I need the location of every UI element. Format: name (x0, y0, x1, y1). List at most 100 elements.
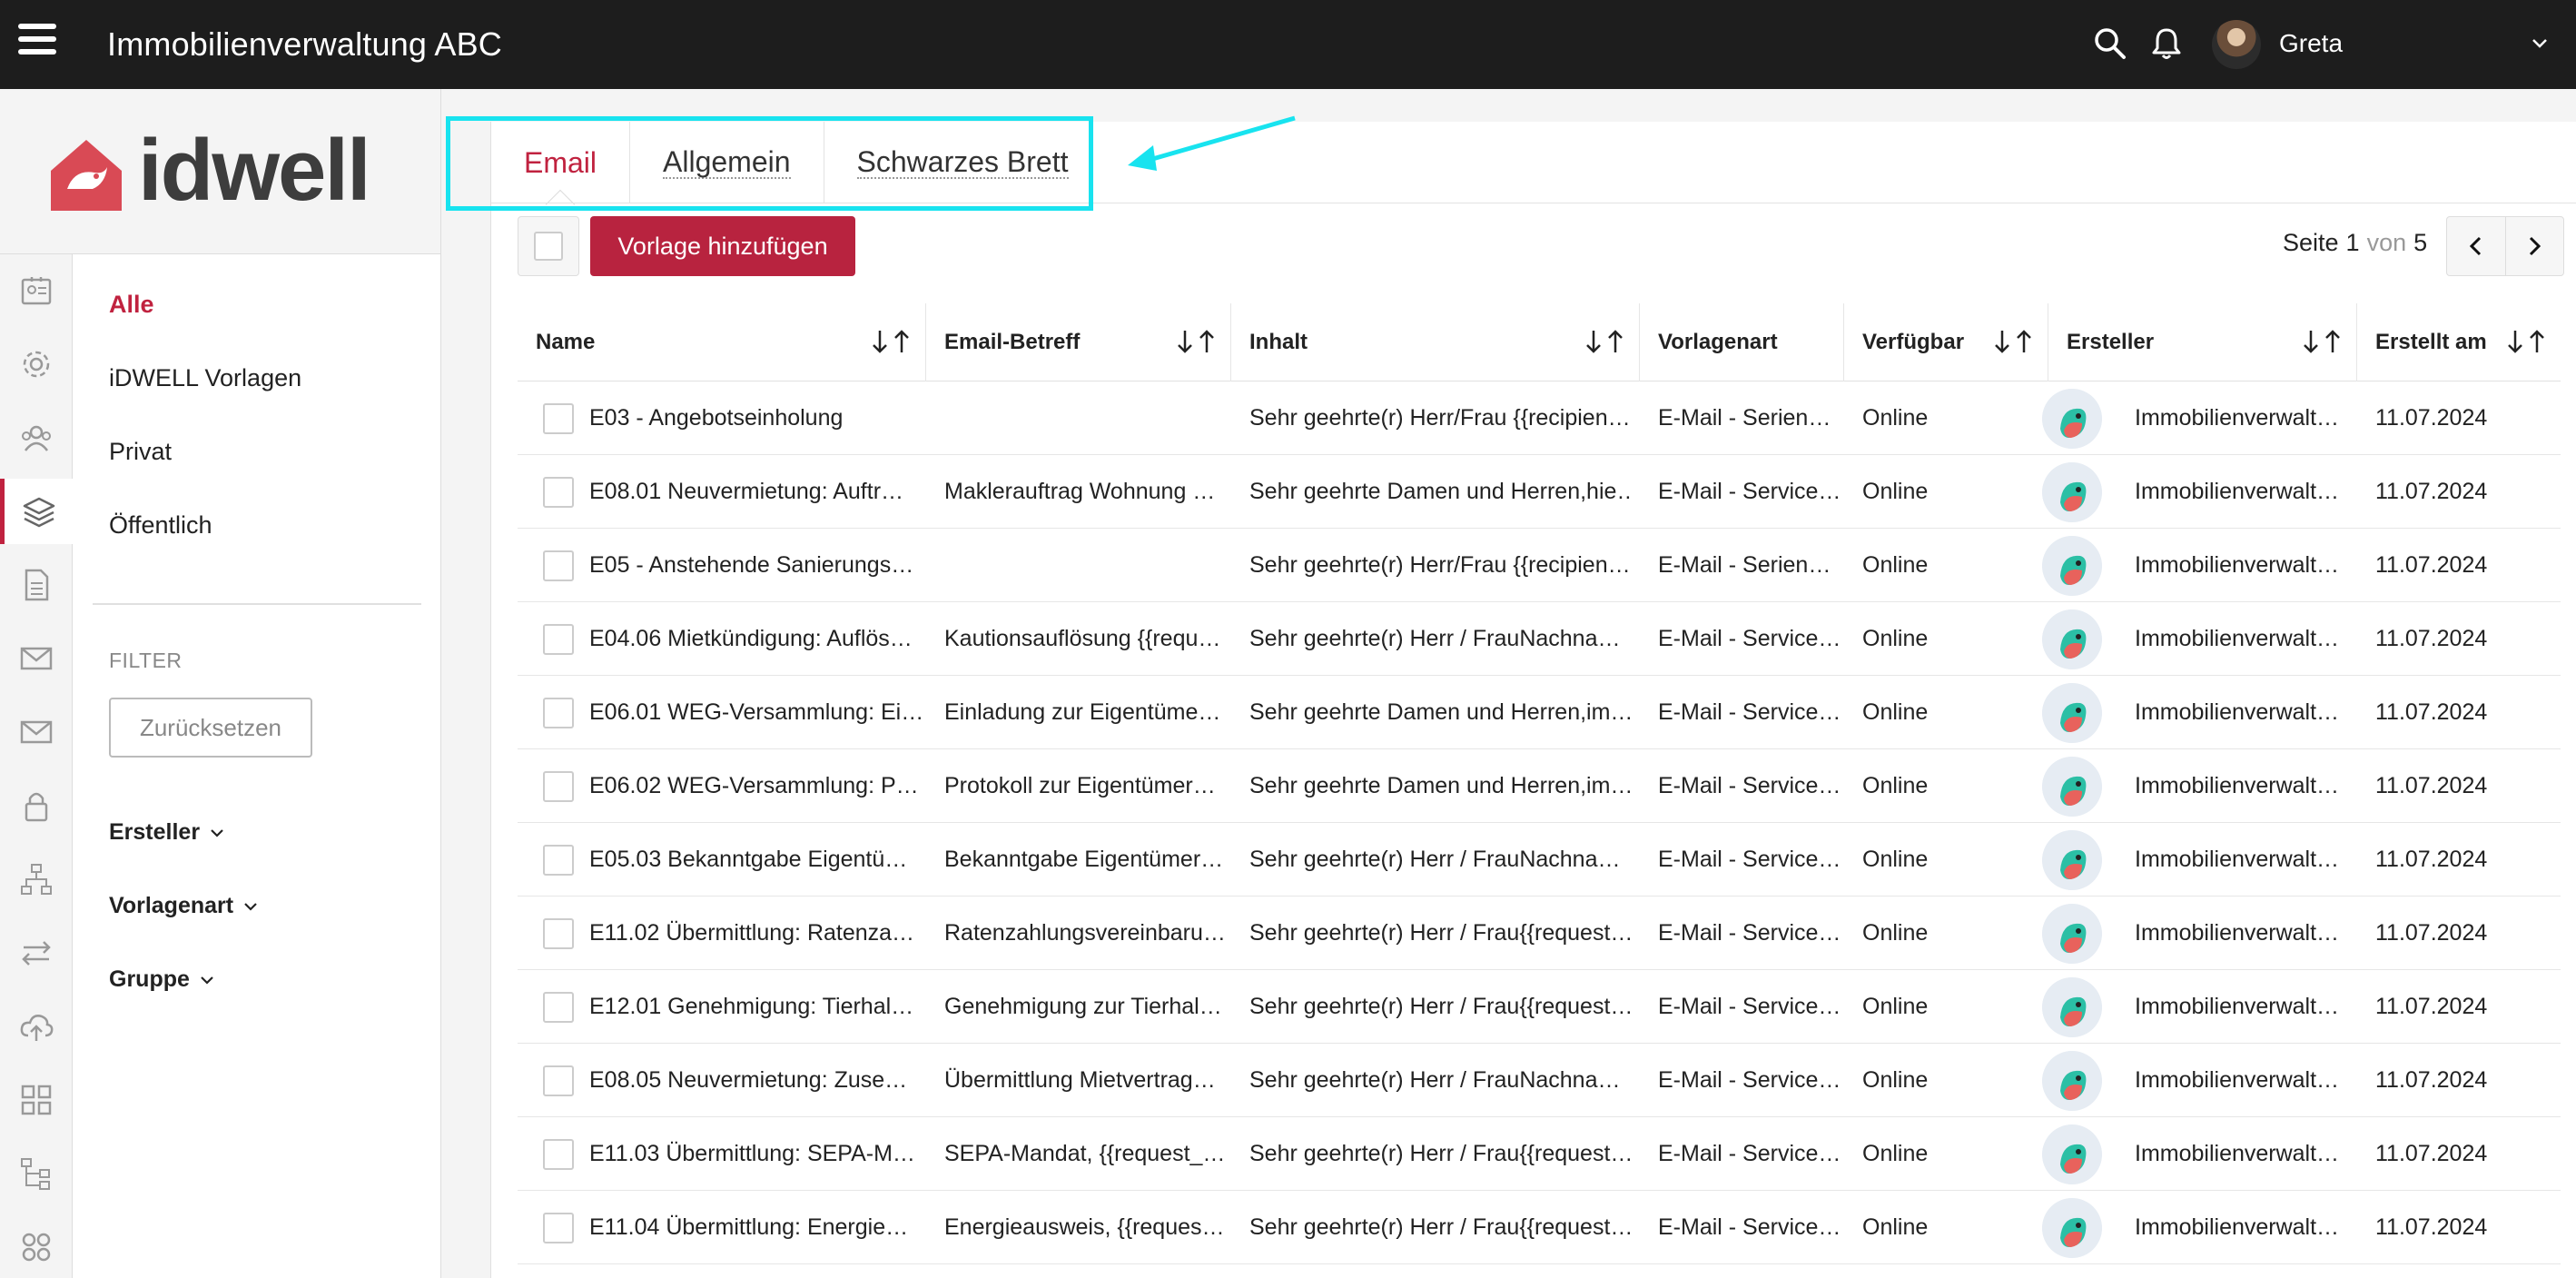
previous-page-button[interactable] (2447, 217, 2506, 275)
row-checkbox[interactable] (543, 477, 574, 508)
chevron-down-icon (244, 902, 257, 911)
sidebar-item-alle[interactable]: Alle (109, 291, 154, 319)
reset-filter-button[interactable]: Zurücksetzen (109, 698, 312, 758)
creator-avatar (2042, 536, 2102, 596)
table-cell: 11.07.2024 (2375, 699, 2488, 725)
rail-settings-icon[interactable] (0, 332, 73, 397)
table-cell: Online (1862, 773, 1929, 798)
user-name[interactable]: Greta (2279, 29, 2343, 58)
rail-users-icon[interactable] (0, 405, 73, 471)
user-avatar[interactable] (2212, 20, 2261, 69)
table-cell: 11.07.2024 (2375, 1067, 2488, 1093)
bell-icon[interactable] (2148, 25, 2185, 62)
table-cell: E-Mail - Service… (1658, 773, 1841, 798)
row-checkbox[interactable] (543, 992, 574, 1023)
rail-mail-icon[interactable] (0, 626, 73, 691)
sort-arrows-icon[interactable] (871, 328, 913, 362)
table-cell: E06.01 WEG-Versammlung: Ei… (589, 699, 924, 725)
hamburger-menu-icon[interactable] (18, 24, 56, 62)
sort-arrows-icon[interactable] (2302, 328, 2344, 362)
table-row[interactable]: E04.06 Mietkündigung: Auflös… Kautionsauf… (518, 602, 2561, 676)
table-row[interactable]: E05 - Anstehende Sanierungs… Sehr geehrte… (518, 529, 2561, 602)
rail-contacts-icon[interactable] (0, 258, 73, 323)
sort-arrows-icon[interactable] (1584, 328, 1626, 362)
table-cell: Online (1862, 552, 1929, 578)
sort-arrows-icon[interactable] (1176, 328, 1218, 362)
table-cell: Immobilienverwalt… (2135, 699, 2340, 725)
sidebar-item-privat[interactable]: Privat (109, 438, 172, 466)
column-header[interactable]: Verfügbar (1844, 303, 2048, 381)
table-cell: E03 - Angebotseinholung (589, 405, 844, 431)
table-cell: Immobilienverwalt… (2135, 1067, 2340, 1093)
rail-cloud-upload-icon[interactable] (0, 994, 73, 1059)
table-cell: E11.02 Übermittlung: Ratenza… (589, 920, 915, 946)
table-cell: E08.05 Neuvermietung: Zuse… (589, 1067, 908, 1093)
column-header[interactable]: Email-Betreff (926, 303, 1231, 381)
table-cell: Online (1862, 920, 1929, 946)
sort-arrows-icon[interactable] (1993, 328, 2035, 362)
row-checkbox[interactable] (543, 918, 574, 949)
pagination-controls (2446, 216, 2564, 276)
column-header[interactable]: Erstellt am (2357, 303, 2561, 381)
table-cell: Energieausweis, {{reques… (944, 1214, 1225, 1240)
table-cell: Genehmigung zur Tierhal… (944, 994, 1222, 1019)
table-row[interactable]: E12.01 Genehmigung: Tierhal… Genehmigung … (518, 970, 2561, 1044)
table-cell: E-Mail - Serien… (1658, 405, 1831, 431)
column-header[interactable]: Name (518, 303, 926, 381)
chevron-left-icon (2469, 236, 2481, 256)
chevron-right-icon (2530, 236, 2541, 256)
pagination-info: Seite 1 von 5 (2283, 229, 2427, 257)
chevron-down-icon[interactable] (2530, 33, 2550, 53)
row-checkbox[interactable] (543, 403, 574, 434)
table-cell: E-Mail - Service… (1658, 847, 1841, 872)
next-page-button[interactable] (2506, 217, 2564, 275)
add-template-button[interactable]: Vorlage hinzufügen (590, 216, 855, 276)
row-checkbox[interactable] (543, 1065, 574, 1096)
sidebar-item-idwell-vorlagen[interactable]: iDWELL Vorlagen (109, 364, 301, 392)
filter-group-gruppe[interactable]: Gruppe (109, 966, 215, 993)
rail-layers-icon[interactable] (0, 479, 73, 544)
current-page: 1 (2345, 229, 2360, 256)
filter-group-ersteller[interactable]: Ersteller (109, 819, 225, 846)
creator-avatar (2042, 389, 2102, 449)
table-row[interactable]: E11.04 Übermittlung: Energie… Energieausw… (518, 1191, 2561, 1264)
table-cell: Online (1862, 626, 1929, 651)
table-row[interactable]: E06.02 WEG-Versammlung: P… Protokoll zur … (518, 749, 2561, 823)
table-row[interactable]: E08.01 Neuvermietung: Auftr… Maklerauftra… (518, 455, 2561, 529)
table-row[interactable]: E11.02 Übermittlung: Ratenza… Ratenzahlun… (518, 897, 2561, 970)
column-header[interactable]: Inhalt (1231, 303, 1640, 381)
table-cell: Online (1862, 1214, 1929, 1240)
creator-avatar (2042, 609, 2102, 669)
table-row[interactable]: E11.03 Übermittlung: SEPA-M… SEPA-Mandat,… (518, 1117, 2561, 1191)
creator-avatar (2042, 1198, 2102, 1258)
rail-mail-alt-icon[interactable] (0, 699, 73, 765)
filter-group-vorlagenart[interactable]: Vorlagenart (109, 893, 259, 919)
table-row[interactable]: E08.05 Neuvermietung: Zuse… Übermittlung … (518, 1044, 2561, 1117)
rail-apps-icon[interactable] (0, 1214, 73, 1278)
rail-org-chart-icon[interactable] (0, 847, 73, 912)
table-row[interactable]: E05.03 Bekanntgabe Eigentü… Bekanntgabe E… (518, 823, 2561, 897)
row-checkbox[interactable] (543, 845, 574, 876)
row-checkbox[interactable] (543, 624, 574, 655)
select-all-checkbox[interactable] (518, 216, 579, 276)
table-row[interactable]: E03 - Angebotseinholung Sehr geehrte(r) H… (518, 381, 2561, 455)
column-header[interactable]: Ersteller (2048, 303, 2357, 381)
table-row[interactable]: E06.01 WEG-Versammlung: Ei… Einladung zur… (518, 676, 2561, 749)
sort-arrows-icon[interactable] (2506, 328, 2548, 362)
row-checkbox[interactable] (543, 698, 574, 728)
creator-avatar (2042, 757, 2102, 817)
rail-transfer-icon[interactable] (0, 920, 73, 986)
table-cell: Online (1862, 699, 1929, 725)
table-cell (944, 529, 1230, 602)
sidebar-item-oeffentlich[interactable]: Öffentlich (109, 511, 212, 540)
row-checkbox[interactable] (543, 1139, 574, 1170)
rail-tree-icon[interactable] (0, 1141, 73, 1206)
row-checkbox[interactable] (543, 1213, 574, 1243)
search-icon[interactable] (2092, 25, 2128, 62)
table-cell: Bekanntgabe Eigentümer… (944, 847, 1224, 872)
rail-lock-icon[interactable] (0, 773, 73, 838)
row-checkbox[interactable] (543, 771, 574, 802)
rail-document-icon[interactable] (0, 552, 73, 618)
rail-grid-icon[interactable] (0, 1067, 73, 1133)
row-checkbox[interactable] (543, 550, 574, 581)
